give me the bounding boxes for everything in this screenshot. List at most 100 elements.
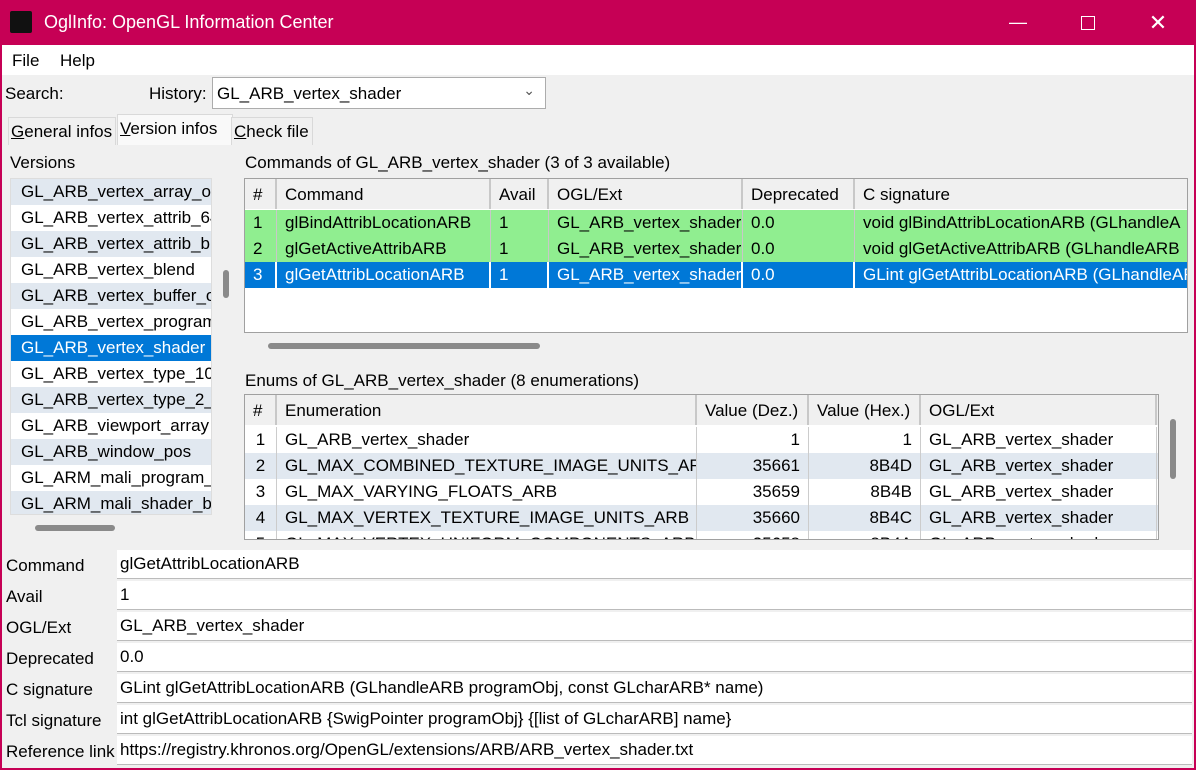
- tab-general-infos[interactable]: General infos: [8, 117, 116, 145]
- column-header[interactable]: Value (Hex.): [809, 395, 921, 425]
- tab-mnemonic: G: [11, 122, 25, 141]
- table-cell: 2: [245, 236, 277, 262]
- table-cell: 1: [245, 427, 277, 453]
- detail-value-field[interactable]: https://registry.khronos.org/OpenGL/exte…: [117, 736, 1192, 765]
- version-list-item[interactable]: GL_ARB_vertex_shader: [11, 335, 211, 361]
- table-cell: GL_ARB_vertex_shader: [549, 210, 743, 236]
- column-header[interactable]: OGL/Ext: [921, 395, 1157, 425]
- table-row[interactable]: 4 GL_MAX_VERTEX_TEXTURE_IMAGE_UNITS_ARB 35…: [245, 505, 1158, 531]
- column-header[interactable]: Value (Dez.): [697, 395, 809, 425]
- detail-label-1: Avail: [6, 587, 43, 606]
- table-cell: glGetAttribLocationARB: [277, 262, 491, 288]
- column-header[interactable]: OGL/Ext: [549, 179, 743, 209]
- table-cell: glBindAttribLocationARB: [277, 210, 491, 236]
- history-value: GL_ARB_vertex_shader: [217, 84, 402, 103]
- versions-list[interactable]: GL_ARB_vertex_array_obj GL_ARB_vertex_att…: [10, 178, 212, 515]
- detail-label-3: Deprecated: [6, 649, 94, 668]
- table-row[interactable]: 1 glBindAttribLocationARB 1 GL_ARB_vertex_s…: [245, 210, 1187, 236]
- version-list-item[interactable]: GL_ARB_vertex_buffer_ol: [11, 283, 211, 309]
- version-list-item[interactable]: GL_ARB_vertex_type_2_1: [11, 387, 211, 413]
- detail-value-field[interactable]: glGetAttribLocationARB: [117, 550, 1192, 579]
- detail-value-field[interactable]: GL_ARB_vertex_shader: [117, 612, 1192, 641]
- version-list-item[interactable]: GL_ARB_window_pos: [11, 439, 211, 465]
- detail-value-field[interactable]: int glGetAttribLocationARB {SwigPointer …: [117, 705, 1192, 734]
- commands-table: # Command Avail OGL/Ext Deprecated C signatur…: [244, 178, 1188, 333]
- column-header[interactable]: C signature: [855, 179, 1187, 209]
- versions-hscrollbar[interactable]: [35, 525, 115, 531]
- versions-label: Versions: [10, 153, 76, 172]
- table-cell: GL_MAX_VARYING_FLOATS_ARB: [277, 479, 697, 505]
- table-cell: 4: [245, 505, 277, 531]
- table-cell: 35658: [697, 531, 809, 539]
- table-cell: 0.0: [743, 210, 855, 236]
- table-cell: 8B4B: [809, 479, 921, 505]
- table-cell: 5: [245, 531, 277, 539]
- column-header[interactable]: Enumeration: [277, 395, 697, 425]
- column-header[interactable]: Avail: [491, 179, 549, 209]
- table-cell: 1: [491, 236, 549, 262]
- version-list-item[interactable]: GL_ARB_vertex_program: [11, 309, 211, 335]
- enums-vscrollbar[interactable]: [1170, 419, 1176, 479]
- table-row[interactable]: 3 glGetAttribLocationARB 1 GL_ARB_vertex_sh…: [245, 262, 1187, 288]
- versions-vscrollbar[interactable]: [223, 270, 229, 298]
- version-list-item[interactable]: GL_ARB_vertex_attrib_bir: [11, 231, 211, 257]
- table-cell: 35659: [697, 479, 809, 505]
- detail-label-5: Tcl signature: [6, 711, 102, 730]
- commands-title: Commands of GL_ARB_vertex_shader (3 of 3…: [245, 153, 671, 172]
- chevron-down-icon[interactable]: ⌄: [523, 82, 535, 99]
- detail-value-field[interactable]: 0.0: [117, 643, 1192, 672]
- table-cell: 0.0: [743, 236, 855, 262]
- table-cell: GL_ARB_vertex_shader: [921, 427, 1157, 453]
- tab-mnemonic: V: [120, 119, 131, 138]
- tab-label: eneral infos: [24, 122, 113, 141]
- table-cell: 3: [245, 479, 277, 505]
- version-list-item[interactable]: GL_ARB_viewport_array: [11, 413, 211, 439]
- tab-version-infos[interactable]: Version infos: [117, 114, 233, 145]
- tab-mnemonic: C: [234, 122, 247, 141]
- table-cell: GL_ARB_vertex_shader: [549, 236, 743, 262]
- table-cell: GL_ARB_vertex_shader: [549, 262, 743, 288]
- table-cell: 8B4A: [809, 531, 921, 539]
- enums-title: Enums of GL_ARB_vertex_shader (8 enumera…: [245, 371, 640, 390]
- table-header: # Command Avail OGL/Ext Deprecated C signatur…: [245, 179, 1187, 209]
- table-cell: GL_ARB_vertex_shader: [921, 479, 1157, 505]
- table-cell: GL_ARB_vertex_shader: [921, 505, 1157, 531]
- column-header[interactable]: #: [245, 395, 277, 425]
- version-list-item[interactable]: GL_ARB_vertex_type_10f: [11, 361, 211, 387]
- version-list-item[interactable]: GL_ARB_vertex_attrib_64: [11, 205, 211, 231]
- main-window: File Help Search: History: GL_ARB_vertex…: [2, 45, 1194, 768]
- version-list-item[interactable]: GL_ARM_mali_shader_bi: [11, 491, 211, 514]
- table-cell: GL_MAX_VERTEX_UNIFORM_COMPONENTS_ARB: [277, 531, 697, 539]
- column-header[interactable]: Command: [277, 179, 491, 209]
- table-header: # Enumeration Value (Dez.) Value (Hex.) OGL/…: [245, 395, 1158, 425]
- column-header[interactable]: Deprecated: [743, 179, 855, 209]
- table-row[interactable]: 3 GL_MAX_VARYING_FLOATS_ARB 35659 8B4B GL_AR…: [245, 479, 1158, 505]
- table-cell: 8B4C: [809, 505, 921, 531]
- table-row[interactable]: 1 GL_ARB_vertex_shader 1 1 GL_ARB_vertex_sha…: [245, 427, 1158, 453]
- enums-table: # Enumeration Value (Dez.) Value (Hex.) OGL/…: [244, 394, 1159, 540]
- table-cell: 3: [245, 262, 277, 288]
- table-cell: 1: [491, 262, 549, 288]
- table-row[interactable]: 5GL_MAX_VERTEX_UNIFORM_COMPONENTS_ARB356…: [245, 531, 1158, 539]
- search-label: Search:: [5, 84, 64, 103]
- table-cell: 35661: [697, 453, 809, 479]
- version-list-item[interactable]: GL_ARM_mali_program_: [11, 465, 211, 491]
- commands-hscrollbar[interactable]: [268, 343, 540, 349]
- tab-check-file[interactable]: Check file: [231, 117, 313, 145]
- table-cell: 35660: [697, 505, 809, 531]
- version-list-item[interactable]: GL_ARB_vertex_array_obj: [11, 179, 211, 205]
- detail-label-6: Reference link: [6, 742, 115, 761]
- detail-value-field[interactable]: GLint glGetAttribLocationARB (GLhandleAR…: [117, 674, 1192, 703]
- version-list-item[interactable]: GL_ARB_vertex_blend: [11, 257, 211, 283]
- detail-value-field[interactable]: 1: [117, 581, 1192, 610]
- history-label: History:: [149, 84, 207, 103]
- detail-label-0: Command: [6, 556, 85, 575]
- table-cell: 1: [245, 210, 277, 236]
- history-combobox[interactable]: GL_ARB_vertex_shader ⌄: [212, 77, 546, 109]
- table-row[interactable]: 2 glGetActiveAttribARB 1 GL_ARB_vertex_shad…: [245, 236, 1187, 262]
- table-cell: 1: [809, 427, 921, 453]
- table-cell: void glGetActiveAttribARB (GLhandleARB: [855, 236, 1187, 262]
- table-cell: GL_ARB_vertex_shader: [921, 531, 1157, 539]
- column-header[interactable]: #: [245, 179, 277, 209]
- table-row[interactable]: 2 GL_MAX_COMBINED_TEXTURE_IMAGE_UNITS_ARB…: [245, 453, 1158, 479]
